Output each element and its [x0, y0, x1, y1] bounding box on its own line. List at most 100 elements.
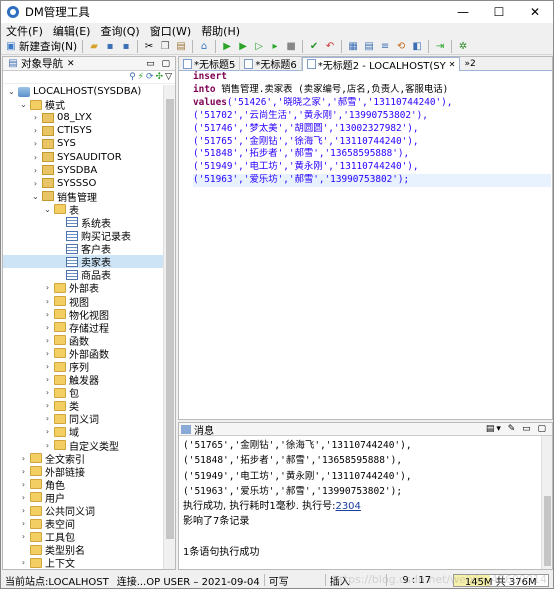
collapse-arrow-icon[interactable]: ⌄ — [43, 205, 52, 214]
collapse-arrow-icon[interactable]: ⌄ — [31, 192, 40, 201]
tree-item[interactable]: ⌄ 模式 — [3, 98, 164, 112]
expand-arrow-icon[interactable]: › — [43, 427, 52, 436]
tree-item[interactable]: › 存储过程 — [3, 321, 164, 335]
home-icon[interactable]: ⌂ — [197, 40, 211, 54]
tree-item[interactable]: 客户表 — [3, 242, 164, 256]
expand-arrow-icon[interactable]: › — [43, 441, 52, 450]
menu-query[interactable]: 查询(Q) — [95, 23, 144, 39]
collapse-arrow-icon[interactable]: ⌄ — [7, 87, 16, 96]
tree-item[interactable]: › 工具包 — [3, 530, 164, 544]
close-view-icon[interactable]: ✕ — [67, 59, 75, 69]
tree-item[interactable]: › 序列 — [3, 360, 164, 374]
code-line[interactable]: ('51746','梦太美','胡圆圆','13002327982'), — [193, 123, 551, 136]
wizard-icon[interactable]: ◧ — [410, 40, 424, 54]
messages-toolbar-icons[interactable]: ▤▾ ✎ ▭ ▢ — [486, 424, 548, 434]
tab-untitled5[interactable]: *无标题5 — [179, 56, 241, 71]
copy-icon[interactable]: ❐ — [158, 40, 172, 54]
more-tabs-indicator[interactable]: »2 — [464, 59, 475, 69]
expand-arrow-icon[interactable]: › — [19, 467, 28, 476]
tree-item[interactable]: ⌄ LOCALHOST(SYSDBA) — [3, 85, 164, 98]
menu-file[interactable]: 文件(F) — [1, 23, 48, 39]
code-line[interactable]: into 销售管理.卖家表 (卖家编号,店名,负责人,客服电话) — [193, 84, 551, 97]
view-menu-icon[interactable]: ▽ — [165, 72, 172, 82]
menu-window[interactable]: 窗口(W) — [145, 23, 196, 39]
connect-icon[interactable]: ⚡ — [138, 72, 144, 82]
tree-item[interactable]: › 触发器 — [3, 373, 164, 387]
close-button[interactable]: ✕ — [517, 1, 553, 23]
expand-arrow-icon[interactable]: › — [31, 113, 40, 122]
tree-item[interactable]: › SYSDBA — [3, 164, 164, 177]
expand-arrow-icon[interactable]: › — [19, 519, 28, 528]
tree-item[interactable]: ⌄ 销售管理 — [3, 190, 164, 204]
tree-item[interactable]: › SYSAUDITOR — [3, 150, 164, 163]
tree-item[interactable]: › 全文索引 — [3, 452, 164, 466]
expand-arrow-icon[interactable]: › — [43, 414, 52, 423]
expand-icon[interactable]: ✣ — [156, 72, 164, 82]
tree-item[interactable]: › 域 — [3, 425, 164, 439]
explain-icon[interactable]: ▷ — [252, 40, 266, 54]
code-line[interactable]: ('51702','云尚生活','黄永刚','13990753802'), — [193, 110, 551, 123]
expand-arrow-icon[interactable]: › — [19, 454, 28, 463]
expand-arrow-icon[interactable]: › — [43, 310, 52, 319]
tree-item[interactable]: › CTISYS — [3, 124, 164, 137]
tab-close-icon[interactable]: ✕ — [449, 60, 456, 69]
tree-item[interactable]: ⌄ 表 — [3, 203, 164, 217]
grid-icon[interactable]: ▦ — [346, 40, 360, 54]
code-line[interactable]: ('51963','爱乐坊','郝雪','13990753802'); — [193, 174, 551, 188]
expand-arrow-icon[interactable]: › — [19, 506, 28, 515]
expand-arrow-icon[interactable]: › — [31, 179, 40, 188]
expand-arrow-icon[interactable]: › — [31, 153, 40, 162]
tree-item[interactable]: › 函数 — [3, 334, 164, 348]
expand-arrow-icon[interactable]: › — [43, 349, 52, 358]
tree-item[interactable]: › 角色 — [3, 478, 164, 492]
expand-arrow-icon[interactable]: › — [43, 323, 52, 332]
sql-code[interactable]: insert into 销售管理.卖家表 (卖家编号,店名,负责人,客服电话) va… — [193, 71, 551, 188]
code-line[interactable]: ('51848','拓步者','郝雪','13658595888'), — [193, 148, 551, 161]
debug-icon[interactable]: ▸ — [268, 40, 282, 54]
tree-item[interactable]: › 公共同义词 — [3, 504, 164, 518]
tree-item[interactable]: › 表空间 — [3, 517, 164, 531]
maximize-button[interactable]: ☐ — [481, 1, 517, 23]
expand-arrow-icon[interactable]: › — [43, 388, 52, 397]
tree-item[interactable]: › 08_LYX — [3, 111, 164, 124]
expand-arrow-icon[interactable]: › — [19, 493, 28, 502]
scrollbar-thumb[interactable] — [544, 496, 551, 566]
tree-item[interactable]: 商品表 — [3, 268, 164, 282]
new-query-button[interactable]: ▣ 新建查询(N) — [1, 40, 79, 54]
open-folder-icon[interactable]: ▰ — [87, 40, 101, 54]
table-icon[interactable]: ▤ — [362, 40, 376, 54]
expand-arrow-icon[interactable]: › — [31, 126, 40, 135]
expand-arrow-icon[interactable]: › — [43, 375, 52, 384]
cut-icon[interactable]: ✂ — [142, 40, 156, 54]
execution-id-link[interactable]: 2304 — [335, 501, 360, 512]
tree-item[interactable]: 系统表 — [3, 216, 164, 230]
tree-item[interactable]: › 外部链接 — [3, 465, 164, 479]
expand-arrow-icon[interactable]: › — [43, 283, 52, 292]
code-line[interactable]: ('51949','电工坊','黄永刚','13110744240'), — [193, 161, 551, 174]
menu-help[interactable]: 帮助(H) — [196, 23, 245, 39]
collapse-arrow-icon[interactable]: ⌄ — [19, 100, 28, 109]
tree-item[interactable]: › 包 — [3, 386, 164, 400]
save-all-icon[interactable]: ▪ — [119, 40, 133, 54]
format-icon[interactable]: ≡ — [378, 40, 392, 54]
execute-icon[interactable]: ▶ — [220, 40, 234, 54]
menu-edit[interactable]: 编辑(E) — [48, 23, 96, 39]
commit-icon[interactable]: ✔ — [307, 40, 321, 54]
expand-arrow-icon[interactable]: › — [43, 336, 52, 345]
refresh-icon[interactable]: ⟳ — [146, 72, 154, 82]
code-line[interactable]: ('51765','金刚钻','徐海飞','13110744240'), — [193, 136, 551, 149]
tree-item[interactable]: › 视图 — [3, 295, 164, 309]
expand-arrow-icon[interactable]: › — [19, 532, 28, 541]
tree-item[interactable]: › 同义词 — [3, 412, 164, 426]
expand-arrow-icon[interactable]: › — [43, 362, 52, 371]
tree-item[interactable]: › 上下文 — [3, 556, 164, 569]
tree-item[interactable]: › 外部表 — [3, 281, 164, 295]
tree-item[interactable]: › SYS — [3, 137, 164, 150]
tab-untitled6[interactable]: *无标题6 — [240, 56, 302, 71]
history-icon[interactable]: ⟲ — [394, 40, 408, 54]
expand-arrow-icon[interactable]: › — [19, 558, 28, 567]
tree-item[interactable]: 购买记录表 — [3, 229, 164, 243]
tree-scrollbar[interactable] — [163, 85, 175, 569]
code-line[interactable]: values('51426','晓晓之家','郝雪','13110744240'… — [193, 97, 551, 110]
tree-item[interactable]: › 自定义类型 — [3, 439, 164, 453]
